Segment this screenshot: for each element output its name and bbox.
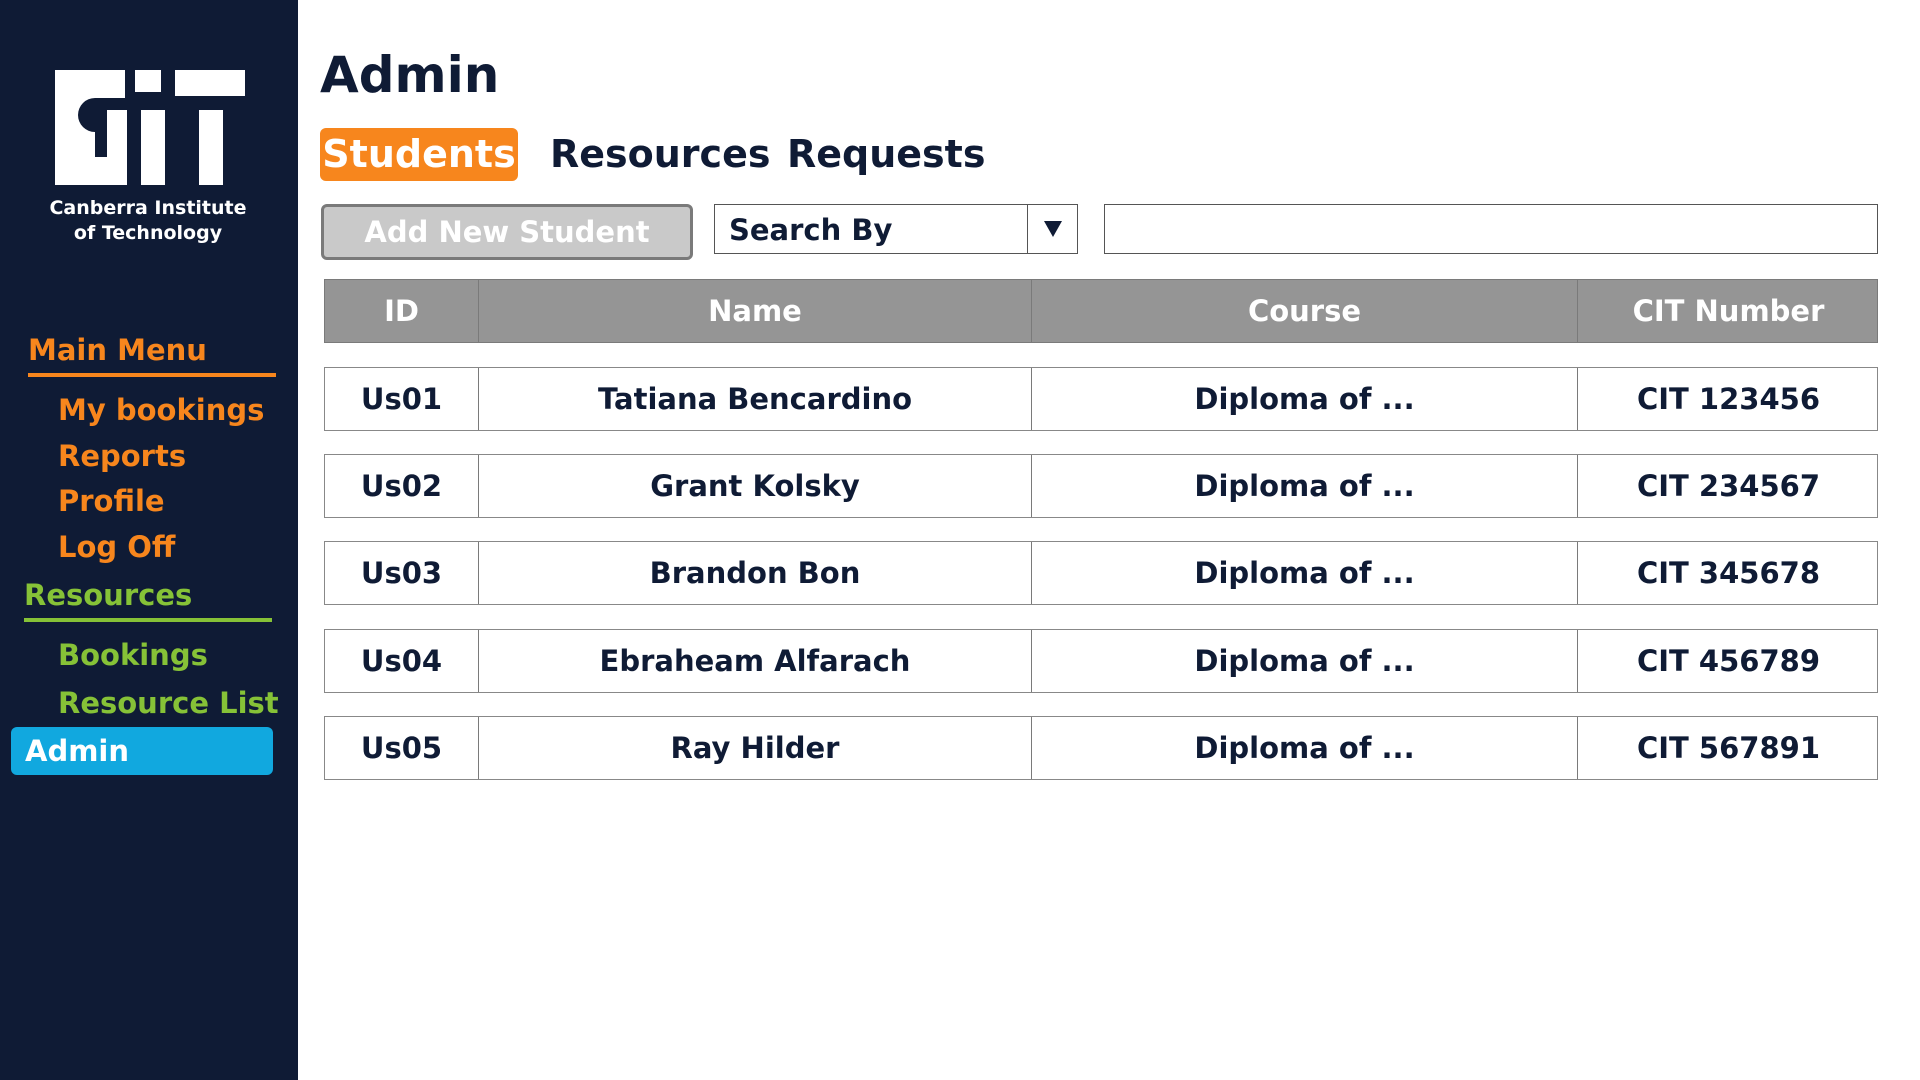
cell-cit-number: CIT 456789 — [1577, 630, 1879, 692]
sidebar: Canberra Institute of Technology Main Me… — [0, 0, 298, 1080]
dropdown-button[interactable] — [1027, 205, 1077, 253]
cell-id: Us05 — [360, 731, 443, 765]
cit-logo — [55, 70, 245, 185]
table-row[interactable]: Us05 Ray Hilder Diploma of ... CIT 56789… — [324, 716, 1878, 780]
logo-text: Canberra Institute of Technology — [30, 196, 266, 246]
column-header-course: Course — [1031, 280, 1577, 342]
table-row[interactable]: Us01 Tatiana Bencardino Diploma of ... C… — [324, 367, 1878, 431]
sidebar-item-admin[interactable]: Admin — [11, 727, 273, 775]
main-menu-header: Main Menu — [28, 333, 276, 377]
cell-name: Ebraheam Alfarach — [478, 630, 1031, 692]
sidebar-item-log-off[interactable]: Log Off — [58, 530, 175, 564]
column-header-id: ID — [384, 294, 419, 328]
sidebar-item-resource-list[interactable]: Resource List — [58, 686, 279, 720]
cell-course: Diploma of ... — [1031, 542, 1577, 604]
table-row[interactable]: Us02 Grant Kolsky Diploma of ... CIT 234… — [324, 454, 1878, 518]
sidebar-item-bookings[interactable]: Bookings — [58, 638, 208, 672]
table-row[interactable]: Us03 Brandon Bon Diploma of ... CIT 3456… — [324, 541, 1878, 605]
tab-requests[interactable]: Requests — [787, 128, 985, 181]
cell-name: Brandon Bon — [478, 542, 1031, 604]
tab-resources[interactable]: Resources — [550, 128, 770, 181]
search-input[interactable] — [1104, 204, 1878, 254]
cell-name: Grant Kolsky — [478, 455, 1031, 517]
cell-course: Diploma of ... — [1031, 455, 1577, 517]
logo-text-line2: of Technology — [73, 222, 223, 244]
cell-cit-number: CIT 123456 — [1577, 368, 1879, 430]
table-row[interactable]: Us04 Ebraheam Alfarach Diploma of ... CI… — [324, 629, 1878, 693]
sidebar-item-reports[interactable]: Reports — [58, 439, 186, 473]
cell-course: Diploma of ... — [1031, 717, 1577, 779]
caret-down-icon — [1044, 221, 1062, 237]
cell-id: Us02 — [360, 469, 443, 503]
add-new-student-button[interactable]: Add New Student — [321, 204, 693, 260]
logo-text-line1: Canberra Institute — [49, 197, 247, 219]
table-header: ID Name Course CIT Number — [324, 279, 1878, 343]
sidebar-item-profile[interactable]: Profile — [58, 484, 165, 518]
resources-header: Resources — [24, 578, 272, 622]
cell-course: Diploma of ... — [1031, 630, 1577, 692]
search-by-select[interactable]: Search By — [714, 204, 1078, 254]
cell-cit-number: CIT 234567 — [1577, 455, 1879, 517]
cell-id: Us01 — [360, 382, 443, 416]
column-header-name: Name — [478, 280, 1031, 342]
cell-id: Us03 — [360, 556, 443, 590]
page-title: Admin — [320, 46, 500, 104]
cell-cit-number: CIT 567891 — [1577, 717, 1879, 779]
cell-course: Diploma of ... — [1031, 368, 1577, 430]
column-header-cit-number: CIT Number — [1577, 280, 1879, 342]
cell-name: Ray Hilder — [478, 717, 1031, 779]
tab-students[interactable]: Students — [320, 128, 518, 181]
cell-cit-number: CIT 345678 — [1577, 542, 1879, 604]
search-by-label: Search By — [729, 213, 893, 247]
cell-name: Tatiana Bencardino — [478, 368, 1031, 430]
cell-id: Us04 — [360, 644, 443, 678]
sidebar-item-my-bookings[interactable]: My bookings — [58, 393, 264, 427]
